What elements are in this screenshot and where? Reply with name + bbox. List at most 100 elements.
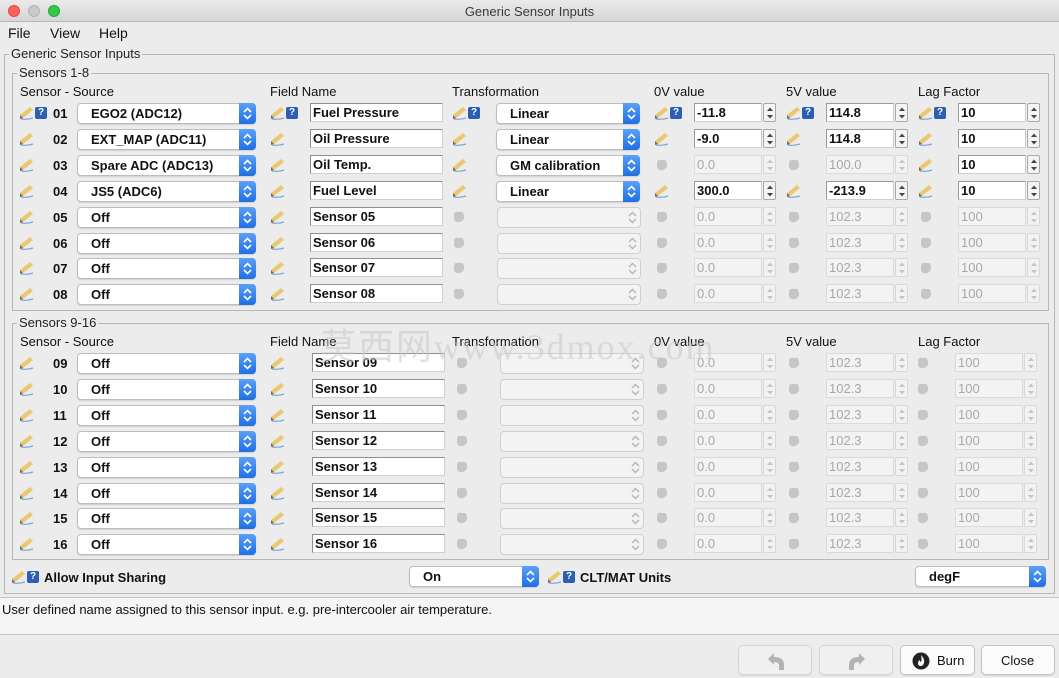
pencil-icon[interactable]: [19, 260, 35, 276]
transformation-select[interactable]: [500, 508, 644, 529]
spinner-arrows-icon[interactable]: [895, 508, 908, 527]
five-volt-spinner[interactable]: 102.3: [826, 431, 908, 450]
close-button[interactable]: Close: [981, 645, 1055, 675]
spinner-arrows-icon[interactable]: [895, 483, 908, 502]
zero-volt-spinner[interactable]: 0.0: [694, 284, 776, 303]
pencil-icon[interactable]: [270, 209, 286, 225]
undo-button[interactable]: [738, 645, 812, 675]
spinner-arrows-icon[interactable]: [1024, 405, 1037, 424]
lag-factor-value-field[interactable]: 100: [958, 258, 1026, 277]
zero-volt-value-field[interactable]: 0.0: [694, 353, 762, 372]
redo-button[interactable]: [819, 645, 893, 675]
pencil-icon[interactable]: [918, 131, 934, 147]
pencil-icon[interactable]: [270, 381, 286, 397]
spinner-arrows-icon[interactable]: [763, 129, 776, 148]
spinner-arrows-icon[interactable]: [1027, 233, 1040, 252]
zero-volt-value-field[interactable]: 0.0: [694, 155, 762, 174]
five-volt-value-field[interactable]: 102.3: [826, 379, 894, 398]
pencil-icon[interactable]: [270, 485, 286, 501]
lag-factor-value-field[interactable]: 10: [958, 181, 1026, 200]
five-volt-spinner[interactable]: 102.3: [826, 258, 908, 277]
menu-file[interactable]: File: [8, 25, 31, 41]
spinner-arrows-icon[interactable]: [895, 457, 908, 476]
zero-volt-spinner[interactable]: 0.0: [694, 405, 776, 424]
five-volt-value-field[interactable]: 102.3: [826, 353, 894, 372]
spinner-arrows-icon[interactable]: [1024, 353, 1037, 372]
pencil-icon[interactable]: [19, 355, 35, 371]
sensor-source-select[interactable]: EGO2 (ADC12): [77, 103, 256, 124]
lag-factor-value-field[interactable]: 100: [958, 233, 1026, 252]
zero-volt-spinner[interactable]: -9.0: [694, 129, 776, 148]
lag-factor-spinner[interactable]: 100: [955, 534, 1037, 553]
spinner-arrows-icon[interactable]: [1024, 508, 1037, 527]
spinner-arrows-icon[interactable]: [895, 233, 908, 252]
lag-factor-value-field[interactable]: 100: [955, 353, 1023, 372]
lag-factor-spinner[interactable]: 100: [955, 431, 1037, 450]
spinner-arrows-icon[interactable]: [763, 103, 776, 122]
spinner-arrows-icon[interactable]: [763, 431, 776, 450]
zero-volt-value-field[interactable]: 0.0: [694, 207, 762, 226]
lag-factor-value-field[interactable]: 100: [955, 508, 1023, 527]
spinner-arrows-icon[interactable]: [895, 155, 908, 174]
five-volt-value-field[interactable]: 102.3: [826, 258, 894, 277]
pencil-icon[interactable]: [19, 536, 35, 552]
field-name-input[interactable]: Sensor 11: [312, 405, 445, 424]
pencil-icon[interactable]: [19, 459, 35, 475]
five-volt-value-field[interactable]: 102.3: [826, 431, 894, 450]
lag-factor-value-field[interactable]: 100: [955, 405, 1023, 424]
five-volt-value-field[interactable]: 114.8: [826, 103, 894, 122]
lag-factor-spinner[interactable]: 100: [955, 508, 1037, 527]
five-volt-value-field[interactable]: 102.3: [826, 508, 894, 527]
spinner-arrows-icon[interactable]: [895, 258, 908, 277]
sensor-source-select[interactable]: Off: [77, 483, 256, 504]
sensor-source-select[interactable]: Off: [77, 233, 256, 254]
pencil-icon[interactable]: [654, 183, 670, 199]
pencil-icon[interactable]: [19, 286, 35, 302]
zero-volt-value-field[interactable]: 0.0: [694, 431, 762, 450]
five-volt-value-field[interactable]: 102.3: [826, 534, 894, 553]
field-name-input[interactable]: Sensor 12: [312, 431, 445, 450]
pencil-icon[interactable]: [918, 157, 934, 173]
lag-factor-value-field[interactable]: 100: [955, 457, 1023, 476]
zero-volt-value-field[interactable]: 0.0: [694, 457, 762, 476]
lag-factor-spinner[interactable]: 100: [955, 405, 1037, 424]
spinner-arrows-icon[interactable]: [1024, 534, 1037, 553]
sensor-source-select[interactable]: Spare ADC (ADC13): [77, 155, 256, 176]
pencil-icon[interactable]: [19, 183, 35, 199]
transformation-select[interactable]: Linear: [496, 103, 640, 124]
transformation-select[interactable]: GM calibration: [496, 155, 640, 176]
five-volt-spinner[interactable]: 102.3: [826, 379, 908, 398]
pencil-icon[interactable]: [270, 183, 286, 199]
spinner-arrows-icon[interactable]: [1027, 181, 1040, 200]
zero-volt-value-field[interactable]: 0.0: [694, 284, 762, 303]
pencil-icon[interactable]: [270, 510, 286, 526]
spinner-arrows-icon[interactable]: [763, 181, 776, 200]
transformation-select[interactable]: [500, 379, 644, 400]
transformation-select[interactable]: [500, 483, 644, 504]
field-name-input[interactable]: Sensor 06: [310, 233, 443, 252]
help-icon[interactable]: ?: [670, 107, 682, 119]
sensor-source-select[interactable]: Off: [77, 379, 256, 400]
pencil-icon[interactable]: [19, 157, 35, 173]
pencil-icon[interactable]: [19, 407, 35, 423]
zero-volt-value-field[interactable]: 300.0: [694, 181, 762, 200]
five-volt-spinner[interactable]: 114.8: [826, 129, 908, 148]
allow-input-sharing-select[interactable]: On: [409, 566, 539, 587]
menu-help[interactable]: Help: [99, 25, 128, 41]
five-volt-value-field[interactable]: 114.8: [826, 129, 894, 148]
zero-volt-value-field[interactable]: 0.0: [694, 258, 762, 277]
spinner-arrows-icon[interactable]: [1024, 431, 1037, 450]
transformation-select[interactable]: [500, 353, 644, 374]
spinner-arrows-icon[interactable]: [1027, 129, 1040, 148]
lag-factor-value-field[interactable]: 100: [955, 379, 1023, 398]
zero-volt-spinner[interactable]: 0.0: [694, 431, 776, 450]
field-name-input[interactable]: Sensor 15: [312, 508, 445, 527]
transformation-select[interactable]: [497, 284, 641, 305]
spinner-arrows-icon[interactable]: [763, 508, 776, 527]
sensor-source-select[interactable]: Off: [77, 457, 256, 478]
field-name-input[interactable]: Fuel Pressure: [310, 103, 443, 122]
pencil-icon[interactable]: [270, 407, 286, 423]
spinner-arrows-icon[interactable]: [895, 207, 908, 226]
spinner-arrows-icon[interactable]: [1027, 207, 1040, 226]
help-icon[interactable]: ?: [468, 107, 480, 119]
